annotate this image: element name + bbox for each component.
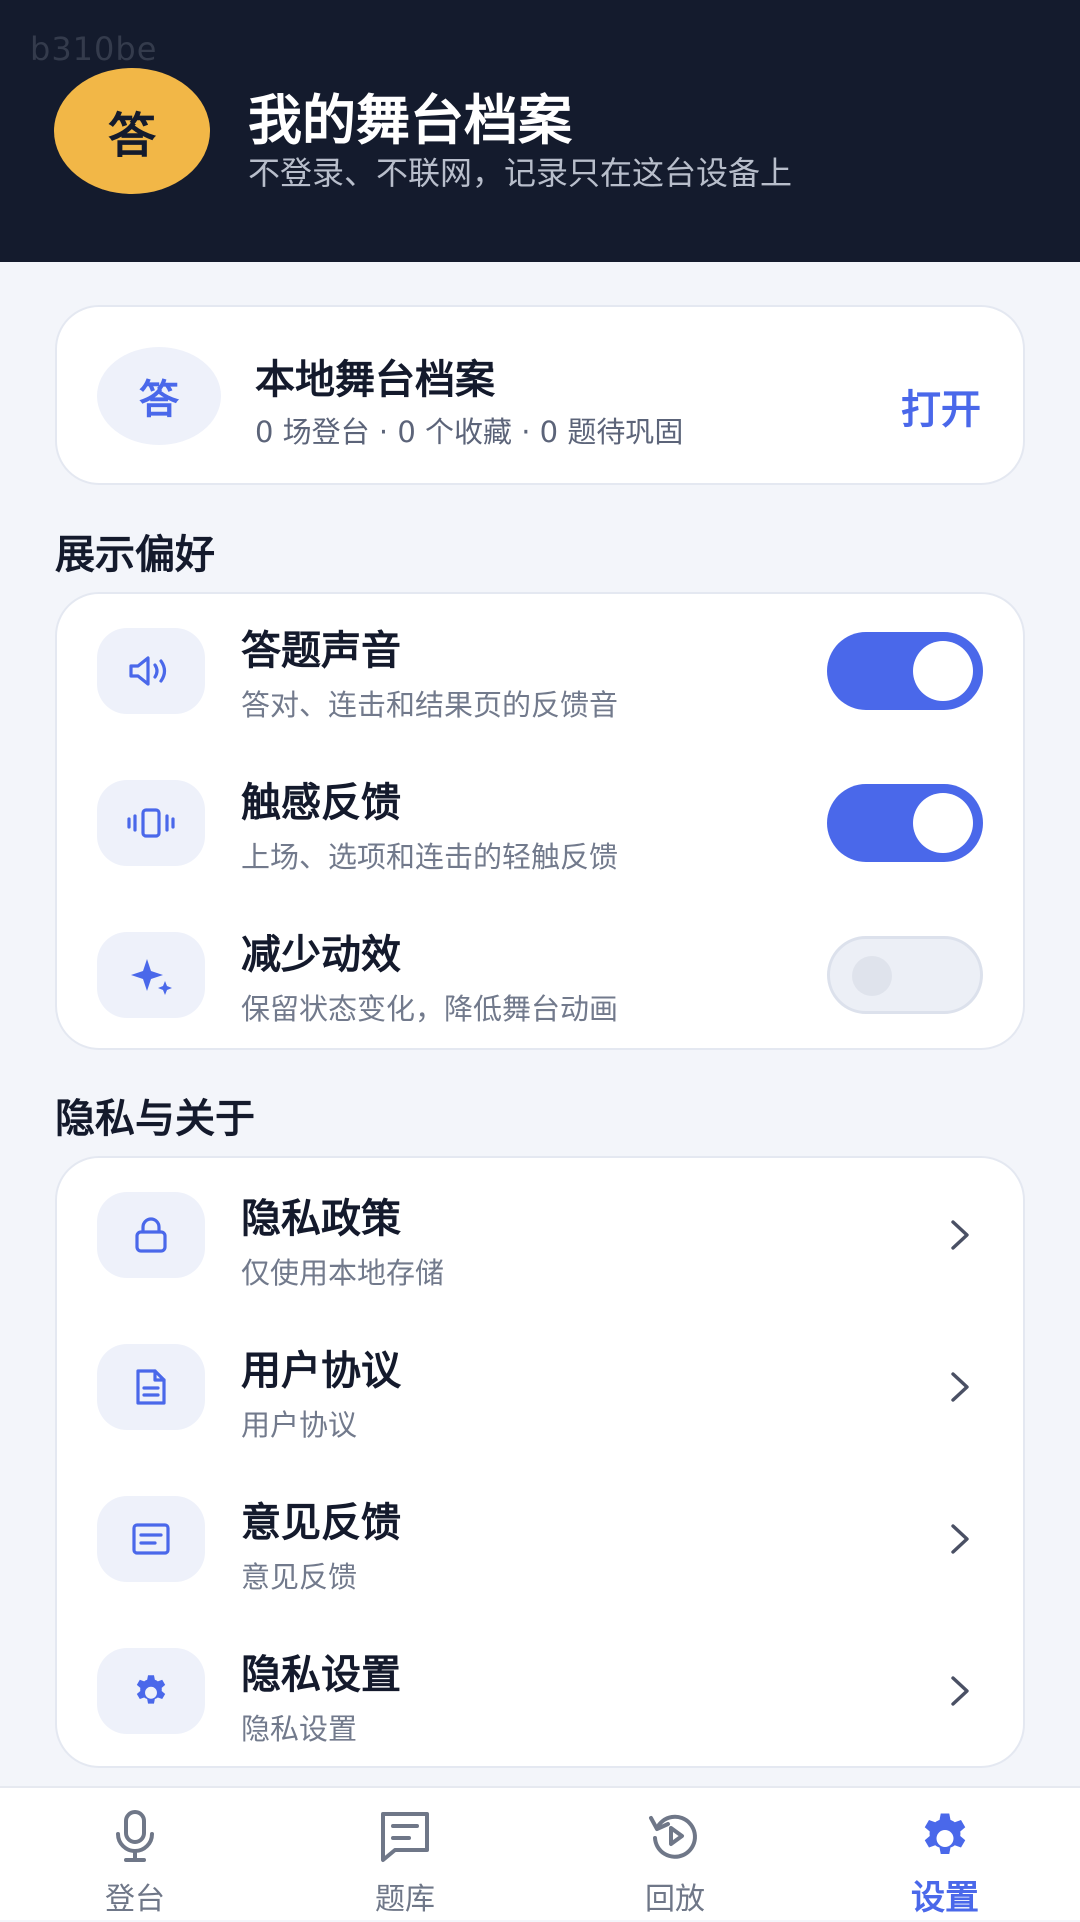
setting-title: 隐私政策: [241, 1196, 401, 1242]
microphone-icon: [116, 1810, 154, 1862]
setting-description: 用户协议: [241, 1408, 358, 1442]
app-header: b310be 答 我的舞台档案 不登录、不联网，记录只在这台设备上: [0, 0, 1080, 262]
toggle-knob: [913, 641, 973, 701]
page-subtitle: 不登录、不联网，记录只在这台设备上: [248, 154, 793, 192]
speaker-icon: [97, 628, 205, 714]
tab-label: 题库: [375, 1882, 435, 1917]
sound-toggle[interactable]: [827, 632, 983, 710]
tab-question-bank[interactable]: 题库: [270, 1788, 540, 1922]
page-title: 我的舞台档案: [248, 89, 572, 152]
privacy-settings-row[interactable]: 隐私设置 隐私设置: [57, 1614, 1023, 1768]
setting-title: 用户协议: [241, 1348, 401, 1394]
privacy-policy-row[interactable]: 隐私政策 仅使用本地存储: [57, 1158, 1023, 1312]
tab-settings[interactable]: 设置: [810, 1788, 1080, 1922]
user-agreement-row[interactable]: 用户协议 用户协议: [57, 1310, 1023, 1464]
setting-title: 意见反馈: [241, 1500, 401, 1546]
tab-replay[interactable]: 回放: [540, 1788, 810, 1922]
setting-description: 答对、连击和结果页的反馈音: [241, 688, 619, 722]
watermark: b310be: [30, 30, 158, 68]
chevron-right-icon: [951, 1524, 969, 1554]
question-bank-icon: [381, 1812, 429, 1862]
tab-label: 回放: [645, 1882, 705, 1917]
chevron-right-icon: [951, 1220, 969, 1250]
vibrate-icon: [97, 780, 205, 866]
display-preferences-card: 答题声音 答对、连击和结果页的反馈音 触感反馈 上场、选项和连击的轻触反馈 减少…: [55, 592, 1025, 1050]
gear-icon: [924, 1813, 966, 1854]
bottom-tab-bar: 登台 题库 回放 设置: [0, 1786, 1080, 1920]
setting-title: 答题声音: [241, 628, 401, 674]
message-icon: [97, 1496, 205, 1582]
reduce-motion-toggle[interactable]: [827, 936, 983, 1014]
setting-title: 减少动效: [241, 932, 401, 978]
setting-row-haptics: 触感反馈 上场、选项和连击的轻触反馈: [57, 746, 1023, 900]
setting-description: 隐私设置: [241, 1712, 358, 1746]
section-title-privacy: 隐私与关于: [55, 1096, 255, 1142]
setting-title: 隐私设置: [241, 1652, 401, 1698]
lock-icon: [97, 1192, 205, 1278]
privacy-about-card: 隐私政策 仅使用本地存储 用户协议 用户协议 意见反馈 意见反馈 隐私设置 隐私…: [55, 1156, 1025, 1768]
setting-description: 上场、选项和连击的轻触反馈: [241, 840, 619, 874]
gear-icon: [97, 1648, 205, 1734]
sparkle-icon: [97, 932, 205, 1018]
setting-title: 触感反馈: [241, 780, 401, 826]
toggle-knob: [913, 793, 973, 853]
archive-title: 本地舞台档案: [255, 357, 495, 403]
tab-label: 登台: [105, 1882, 165, 1917]
replay-icon: [649, 1814, 697, 1859]
haptics-toggle[interactable]: [827, 784, 983, 862]
setting-row-sound: 答题声音 答对、连击和结果页的反馈音: [57, 594, 1023, 748]
chevron-right-icon: [951, 1676, 969, 1706]
feedback-row[interactable]: 意见反馈 意见反馈: [57, 1462, 1023, 1616]
setting-description: 保留状态变化，降低舞台动画: [241, 992, 619, 1026]
setting-row-reduce-motion: 减少动效 保留状态变化，降低舞台动画: [57, 898, 1023, 1052]
archive-stats: 0 场登台 · 0 个收藏 · 0 题待巩固: [255, 415, 684, 449]
toggle-knob: [852, 956, 892, 996]
setting-description: 意见反馈: [241, 1560, 358, 1594]
local-archive-card[interactable]: 答 本地舞台档案 0 场登台 · 0 个收藏 · 0 题待巩固 打开: [55, 305, 1025, 485]
section-title-display: 展示偏好: [55, 532, 215, 578]
chevron-right-icon: [951, 1372, 969, 1402]
archive-avatar: 答: [97, 347, 221, 445]
avatar: 答: [54, 68, 210, 194]
open-archive-button[interactable]: 打开: [901, 377, 981, 435]
setting-description: 仅使用本地存储: [241, 1256, 445, 1290]
tab-stage[interactable]: 登台: [0, 1788, 270, 1922]
document-icon: [97, 1344, 205, 1430]
tab-label: 设置: [911, 1878, 979, 1918]
